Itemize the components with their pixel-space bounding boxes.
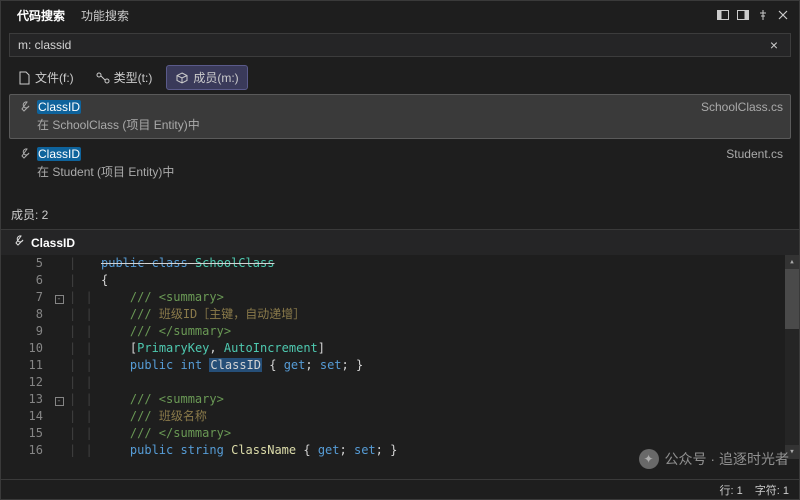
- filter-label: 文件(f:): [35, 69, 74, 86]
- tab-code-search[interactable]: 代码搜索: [9, 3, 73, 28]
- preview-header: ClassID: [1, 229, 799, 255]
- result-context: 在 Student (项目 Entity)中: [17, 161, 783, 180]
- tab-feature-search[interactable]: 功能搜索: [73, 3, 137, 28]
- filter-label: 成员(m:): [193, 69, 238, 86]
- dock-left-icon[interactable]: [715, 8, 731, 22]
- result-file: Student.cs: [726, 147, 783, 161]
- filter-types[interactable]: 类型(t:): [88, 66, 161, 89]
- clear-search-icon[interactable]: ×: [766, 37, 782, 53]
- filter-bar: 文件(f:) 类型(t:) 成员(m:): [1, 61, 799, 94]
- search-bar[interactable]: ×: [9, 33, 791, 57]
- code-preview[interactable]: 5678910111213141516 - - ||| || || || || …: [1, 255, 799, 459]
- scroll-up-icon[interactable]: ▴: [785, 255, 799, 269]
- result-item[interactable]: ClassID SchoolClass.cs 在 SchoolClass (项目…: [9, 94, 791, 139]
- close-icon[interactable]: [775, 8, 791, 22]
- scrollbar-thumb[interactable]: [785, 269, 799, 329]
- search-input[interactable]: [18, 38, 766, 52]
- preview-title: ClassID: [31, 236, 75, 250]
- status-line: 行: 1: [720, 482, 743, 498]
- scroll-down-icon[interactable]: ▾: [785, 445, 799, 459]
- result-item[interactable]: ClassID Student.cs 在 Student (项目 Entity)…: [9, 141, 791, 186]
- result-file: SchoolClass.cs: [701, 100, 783, 114]
- pin-icon[interactable]: [755, 8, 771, 22]
- results-list: ClassID SchoolClass.cs 在 SchoolClass (项目…: [1, 94, 799, 186]
- filter-files[interactable]: 文件(f:): [9, 66, 82, 89]
- wrench-icon: [17, 100, 31, 114]
- result-name: ClassID: [37, 147, 81, 161]
- filter-label: 类型(t:): [114, 69, 153, 86]
- result-name: ClassID: [37, 100, 81, 114]
- filter-members[interactable]: 成员(m:): [166, 65, 247, 90]
- file-icon: [17, 71, 31, 85]
- wrench-icon: [11, 234, 25, 251]
- members-count: 成员: 2: [1, 188, 799, 229]
- wrench-icon: [17, 147, 31, 161]
- result-context: 在 SchoolClass (项目 Entity)中: [17, 114, 783, 133]
- type-icon: [96, 71, 110, 85]
- status-char: 字符: 1: [755, 482, 789, 498]
- dock-right-icon[interactable]: [735, 8, 751, 22]
- cube-icon: [175, 71, 189, 85]
- status-bar: 行: 1 字符: 1: [1, 479, 799, 499]
- titlebar: 代码搜索 功能搜索: [1, 1, 799, 29]
